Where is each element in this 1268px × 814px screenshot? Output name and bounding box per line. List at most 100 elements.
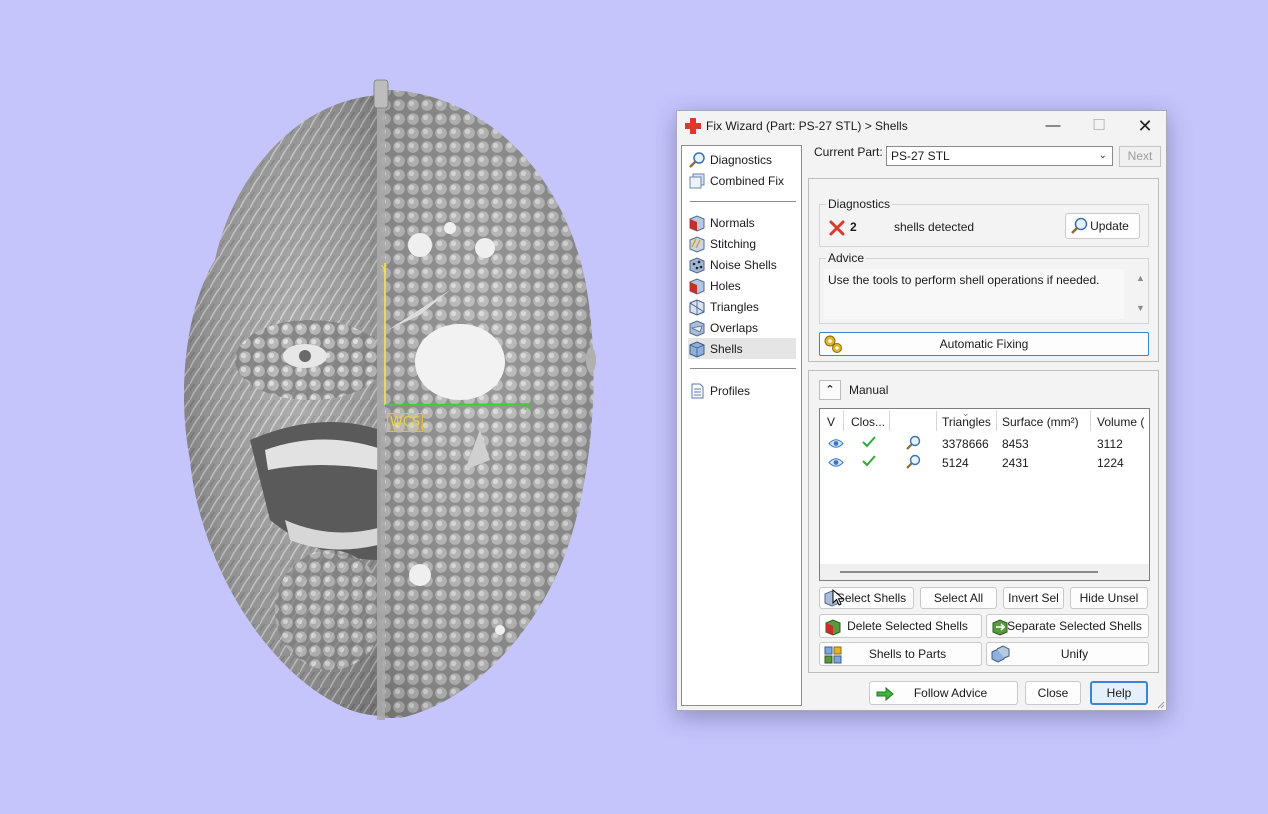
volume-cell: 3112 — [1097, 437, 1123, 451]
stitching-icon — [689, 235, 705, 253]
nav-item-holes[interactable]: Holes — [688, 275, 796, 296]
magnifier-icon[interactable] — [904, 454, 922, 471]
nav-item-normals[interactable]: Normals — [688, 212, 796, 233]
fix-wizard-dialog: Fix Wizard (Part: PS-27 STL) > Shells — … — [676, 110, 1167, 711]
next-button[interactable]: Next — [1119, 146, 1161, 167]
advice-text: Use the tools to perform shell operation… — [824, 269, 1124, 319]
3d-viewport[interactable]: Y X WCS — [0, 0, 660, 814]
nav-item-label: Normals — [710, 215, 755, 230]
diagnostics-text: shells detected — [894, 220, 975, 234]
unify-label: Unify — [1060, 647, 1089, 661]
hide-unselected-button[interactable]: Hide Unsel — [1070, 587, 1148, 609]
collapse-manual-button[interactable]: ⌃ — [819, 380, 841, 400]
nav-item-label: Triangles — [710, 299, 759, 314]
shells-table[interactable]: V Clos... ⌄ Triangles Surface (mm²) Volu… — [819, 408, 1150, 581]
separate-selected-label: Separate Selected Shells — [1007, 619, 1142, 633]
red-cross-app-icon — [685, 118, 701, 134]
chevron-up-icon: ⌃ — [825, 384, 835, 396]
window-title: Fix Wizard (Part: PS-27 STL) > Shells — [706, 119, 908, 133]
surface-cell: 8453 — [1002, 437, 1029, 451]
nav-divider — [690, 368, 796, 369]
shells-to-parts-button[interactable]: Shells to Parts — [819, 642, 982, 666]
nav-item-label: Combined Fix — [710, 173, 785, 188]
eye-icon[interactable] — [828, 457, 844, 468]
nav-item-shells[interactable]: Shells — [688, 338, 796, 359]
automatic-fixing-button[interactable]: Automatic Fixing — [819, 332, 1149, 356]
chevron-down-icon: ⌄ — [1098, 150, 1107, 161]
delete-selected-shells-button[interactable]: Delete Selected Shells — [819, 614, 982, 638]
shells-cube-icon — [689, 340, 705, 358]
nav-item-label: Shells — [710, 341, 743, 356]
column-header-closed[interactable]: Clos... — [851, 415, 885, 429]
fix-step-nav: Diagnostics Combined Fix Normals Stitchi… — [681, 145, 802, 706]
table-row[interactable]: 5124 2431 1224 — [820, 453, 1149, 472]
column-header-triangles[interactable]: Triangles — [942, 415, 991, 429]
column-header-visible[interactable]: V — [827, 415, 835, 429]
y-axis-label: Y — [380, 264, 388, 275]
nav-item-triangles[interactable]: Triangles — [688, 296, 796, 317]
follow-advice-label: Follow Advice — [913, 686, 988, 700]
triangles-cell: 5124 — [942, 456, 969, 470]
nav-item-label: Holes — [710, 278, 741, 293]
diagnostics-title: Diagnostics — [826, 197, 893, 211]
select-all-button[interactable]: Select All — [920, 587, 997, 609]
manual-label: Manual — [849, 383, 889, 397]
diagnostics-panel: Diagnostics 2 shells detected Update Adv… — [808, 178, 1159, 362]
follow-advice-button[interactable]: Follow Advice — [869, 681, 1018, 705]
scroll-up-icon[interactable]: ▲ — [1136, 273, 1145, 283]
advice-group: Advice Use the tools to perform shell op… — [819, 251, 1149, 324]
scrollbar-thumb[interactable] — [840, 571, 1098, 573]
magnifier-icon[interactable] — [904, 435, 922, 452]
delete-shell-icon — [825, 619, 841, 636]
gears-icon — [824, 335, 842, 353]
help-button[interactable]: Help — [1090, 681, 1148, 705]
scroll-down-icon[interactable]: ▼ — [1136, 303, 1145, 313]
x-axis-label: X — [524, 402, 531, 413]
column-header-volume[interactable]: Volume ( — [1097, 415, 1144, 429]
update-button[interactable]: Update — [1065, 213, 1140, 239]
nav-item-diagnostics[interactable]: Diagnostics — [688, 149, 796, 170]
nav-item-stitching[interactable]: Stitching — [688, 233, 796, 254]
normals-cube-icon — [689, 214, 705, 232]
column-header-surface[interactable]: Surface (mm²) — [1002, 415, 1079, 429]
nav-item-combined-fix[interactable]: Combined Fix — [688, 170, 796, 191]
nav-item-label: Stitching — [710, 236, 757, 251]
shell-count: 2 — [850, 220, 857, 234]
noise-shells-icon — [689, 256, 705, 274]
minimize-button[interactable]: — — [1030, 111, 1076, 141]
table-header: V Clos... ⌄ Triangles Surface (mm²) Volu… — [820, 408, 1149, 433]
manual-panel: ⌃ Manual V Clos... ⌄ Triangles Surface (… — [808, 370, 1159, 673]
current-part-label: Current Part: — [814, 145, 883, 159]
eye-icon[interactable] — [828, 438, 844, 449]
unify-button[interactable]: Unify — [986, 642, 1149, 666]
volume-cell: 1224 — [1097, 456, 1124, 470]
invert-selection-button[interactable]: Invert Sel — [1003, 587, 1064, 609]
green-arrow-icon — [876, 686, 894, 702]
profiles-document-icon — [691, 383, 704, 398]
maximize-button[interactable]: ☐ — [1076, 111, 1122, 141]
surface-cell: 2431 — [1002, 456, 1029, 470]
automatic-fixing-label: Automatic Fixing — [939, 337, 1029, 351]
table-row[interactable]: 3378666 8453 3112 — [820, 434, 1149, 453]
separate-selected-shells-button[interactable]: Separate Selected Shells — [986, 614, 1149, 638]
horizontal-scrollbar[interactable] — [820, 564, 1149, 580]
close-window-button[interactable]: ✕ — [1122, 111, 1168, 141]
diagnostics-group: Diagnostics 2 shells detected Update — [819, 197, 1149, 247]
magnifier-icon — [1071, 217, 1088, 234]
close-button[interactable]: Close — [1025, 681, 1081, 705]
holes-icon — [689, 277, 705, 295]
select-shells-label: Select Shells — [836, 591, 907, 605]
current-part-select[interactable]: PS-27 STL ⌄ — [886, 146, 1113, 166]
mouse-cursor-icon — [832, 589, 844, 606]
x-axis-line — [384, 403, 531, 406]
mask-model: Y X — [184, 79, 596, 720]
resize-grip-icon[interactable] — [1155, 699, 1165, 709]
triangles-cell: 3378666 — [942, 437, 989, 451]
nav-item-profiles[interactable]: Profiles — [688, 380, 796, 401]
title-bar[interactable]: Fix Wizard (Part: PS-27 STL) > Shells — … — [677, 111, 1166, 141]
unify-icon — [991, 645, 1010, 663]
triangles-icon — [689, 298, 705, 316]
error-x-icon — [829, 220, 845, 236]
nav-item-noise-shells[interactable]: Noise Shells — [688, 254, 796, 275]
nav-item-overlaps[interactable]: Overlaps — [688, 317, 796, 338]
